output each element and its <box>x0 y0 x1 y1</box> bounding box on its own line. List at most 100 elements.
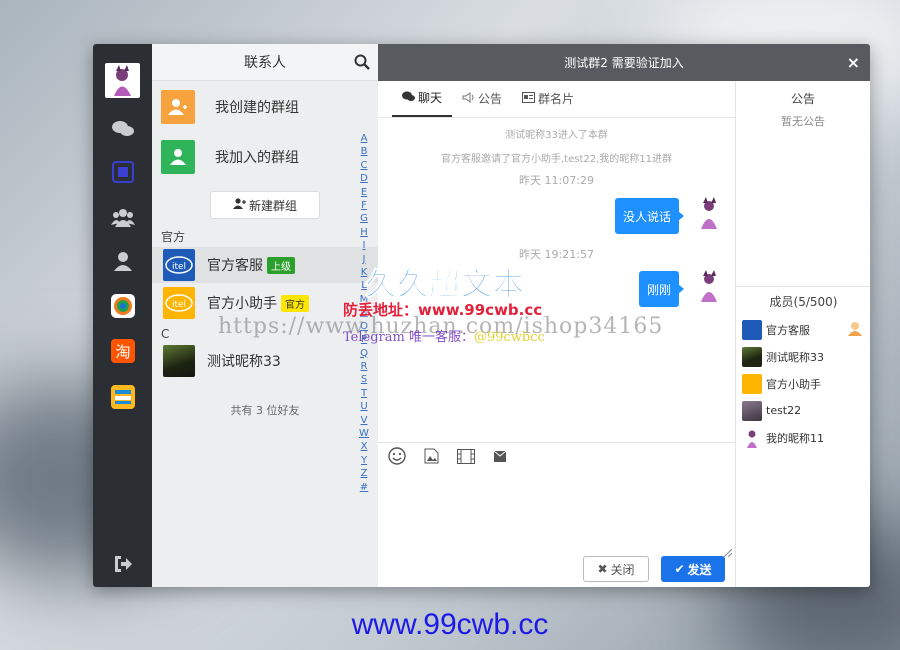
contact-name: 官方客服 <box>207 258 263 274</box>
alpha-letter[interactable]: C <box>358 159 370 172</box>
message-bubble: 刚刚 <box>638 271 685 307</box>
chat-bubbles-icon[interactable] <box>110 116 136 142</box>
add-group-icon <box>161 90 195 124</box>
new-group-label: 新建群组 <box>248 198 297 213</box>
member-name: 我的昵称11 <box>766 431 824 445</box>
alpha-letter[interactable]: T <box>358 387 370 400</box>
telegram-handle: @99cwbcc <box>473 330 545 345</box>
chat-titlebar: 测试群2 需要验证加入 × <box>378 44 870 81</box>
avatar <box>742 428 762 448</box>
my-created-groups[interactable]: 我创建的群组 <box>152 83 378 131</box>
group-sidebar: 公告 暂无公告 成员(5/500) 官方客服 测试昵称33 官方小助手 test… <box>735 81 870 587</box>
member-item[interactable]: 官方小助手 <box>736 370 870 397</box>
tab-chat[interactable]: 聊天 <box>392 80 453 117</box>
svg-text:itel: itel <box>172 262 186 272</box>
close-x-icon: ✖ <box>597 562 608 576</box>
message-bubble: 没人说话 <box>614 198 685 234</box>
joined-group-icon <box>161 140 195 174</box>
new-group-button[interactable]: 新建群组 <box>210 191 320 219</box>
alpha-letter[interactable]: X <box>358 440 370 453</box>
avatar <box>742 400 762 421</box>
member-item[interactable]: 测试昵称33 <box>736 343 870 370</box>
card-icon <box>522 91 536 106</box>
alpha-letter[interactable]: F <box>358 199 370 212</box>
telegram-mid: 唯一客服： <box>408 330 474 345</box>
close-button[interactable]: ✖ 关闭 <box>583 556 649 582</box>
alpha-letter[interactable]: D <box>358 172 370 185</box>
alpha-letter[interactable]: R <box>358 360 370 373</box>
alpha-letter[interactable]: H <box>358 226 370 239</box>
alpha-letter[interactable]: # <box>358 481 370 494</box>
member-name: 官方客服 <box>766 323 810 337</box>
send-button-label: 发送 <box>687 562 712 577</box>
contact-name: 官方小助手 <box>207 296 277 312</box>
telegram-watermark: Telegram 唯一客服：@99cwbcc <box>343 326 545 345</box>
alpha-letter[interactable]: Z <box>358 467 370 480</box>
contact-item[interactable]: itel 官方客服 上级 <box>152 247 378 283</box>
tab-card[interactable]: 群名片 <box>512 80 584 117</box>
nav-bar: 淘 <box>93 44 152 587</box>
avatar <box>693 269 725 303</box>
tab-notice[interactable]: 公告 <box>452 80 512 117</box>
avatar <box>742 319 762 340</box>
tab-label: 公告 <box>478 92 503 106</box>
notice-title: 公告 <box>790 92 815 106</box>
search-icon[interactable] <box>354 54 370 74</box>
books-app-icon[interactable] <box>110 384 136 410</box>
member-item[interactable]: test22 <box>736 397 870 424</box>
alpha-letter[interactable]: E <box>358 186 370 199</box>
alpha-letter[interactable]: I <box>358 239 370 252</box>
chat-tabs: 聊天 公告 群名片 <box>378 81 735 118</box>
intel-avatar: itel <box>163 249 195 281</box>
chat-title: 测试群2 需要验证加入 <box>564 56 684 70</box>
alpha-letter[interactable]: Y <box>358 454 370 467</box>
input-toolbar <box>378 442 735 472</box>
file-icon[interactable] <box>493 449 507 466</box>
add-user-icon <box>232 198 246 212</box>
svg-text:itel: itel <box>172 300 186 310</box>
system-message: 测试昵称33进入了本群 <box>505 130 608 141</box>
resize-handle-icon[interactable] <box>723 546 733 560</box>
send-button[interactable]: ✔ 发送 <box>661 556 725 582</box>
member-name: 官方小助手 <box>766 377 821 391</box>
alpha-letter[interactable]: A <box>358 132 370 145</box>
tab-label: 群名片 <box>538 92 575 106</box>
status-badge: 上级 <box>267 256 295 274</box>
intel-app-icon[interactable] <box>110 159 136 185</box>
close-button-label: 关闭 <box>610 562 635 577</box>
brand-watermark: 久久超文本 <box>365 267 525 304</box>
video-icon[interactable] <box>457 448 475 467</box>
user-icon[interactable] <box>110 248 136 274</box>
avatar <box>163 345 195 377</box>
speaker-icon <box>462 91 475 106</box>
notice-body: 暂无公告 <box>781 115 825 128</box>
member-item[interactable]: 我的昵称11 <box>736 424 870 451</box>
intel-avatar: itel <box>163 287 195 319</box>
avatar <box>742 373 762 394</box>
avatar <box>742 346 762 367</box>
members-title: 成员(5/500) <box>769 295 838 309</box>
contact-item[interactable]: 测试昵称33 <box>152 343 378 379</box>
member-item[interactable]: 官方客服 <box>736 316 870 343</box>
section-official: 官方 <box>161 230 186 244</box>
member-name: test22 <box>766 404 802 417</box>
tab-label: 聊天 <box>418 91 443 105</box>
alpha-letter[interactable]: S <box>358 373 370 386</box>
close-icon[interactable]: × <box>847 53 860 72</box>
my-avatar[interactable] <box>105 63 140 98</box>
alpha-letter[interactable]: Q <box>358 347 370 360</box>
owner-icon <box>847 320 863 339</box>
logout-icon[interactable] <box>110 551 136 577</box>
emoji-icon[interactable] <box>388 447 406 468</box>
contact-name: 测试昵称33 <box>207 354 281 370</box>
contacts-header: 联系人 <box>152 44 378 81</box>
alpha-letter[interactable]: B <box>358 145 370 158</box>
timestamp: 昨天 11:07:29 <box>519 174 594 187</box>
group-icon[interactable] <box>110 204 136 230</box>
alpha-letter[interactable]: W <box>358 427 370 440</box>
taobao-icon[interactable]: 淘 <box>110 338 136 364</box>
alpha-letter[interactable]: G <box>358 212 370 225</box>
image-icon[interactable] <box>424 448 439 467</box>
my-joined-groups[interactable]: 我加入的群组 <box>152 133 378 181</box>
tencent-video-icon[interactable] <box>110 293 136 319</box>
